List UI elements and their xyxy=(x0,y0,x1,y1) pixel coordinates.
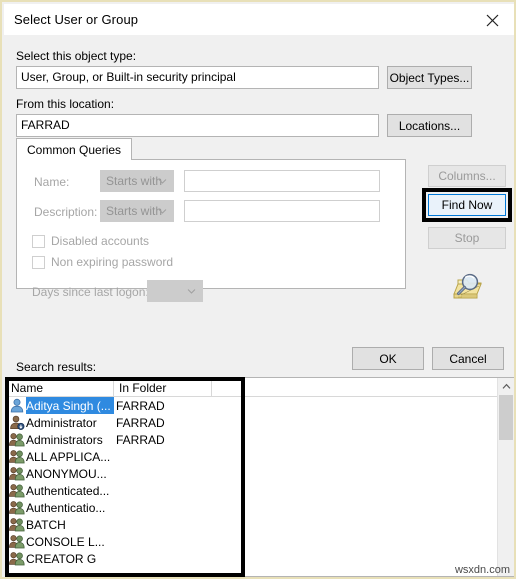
group-icon xyxy=(9,534,25,549)
cell-name: CREATOR G xyxy=(26,551,97,566)
select-user-or-group-dialog: Select User or Group Select this object … xyxy=(0,0,516,579)
chevron-down-icon xyxy=(187,287,196,296)
search-results-label: Search results: xyxy=(16,360,97,374)
group-icon xyxy=(9,517,25,532)
table-row[interactable]: BATCH xyxy=(6,516,514,533)
name-operator-combo[interactable]: Starts with xyxy=(100,170,174,192)
tab-seam xyxy=(17,159,107,160)
search-results-listview[interactable]: Name In Folder Aditya Singh (... FARRAD Ad… xyxy=(5,377,514,577)
table-row[interactable]: Administrators FARRAD xyxy=(6,431,514,448)
stop-button[interactable]: Stop xyxy=(428,227,506,249)
scrollbar-thumb[interactable] xyxy=(499,395,513,440)
non-expiring-password-label: Non expiring password xyxy=(51,255,174,269)
user-icon xyxy=(9,398,25,413)
cell-in-folder: FARRAD xyxy=(116,398,165,413)
table-row[interactable]: ANONYMOU... xyxy=(6,465,514,482)
cell-name: Administrator xyxy=(26,415,97,430)
scroll-up-icon[interactable] xyxy=(498,378,514,395)
description-operator-combo[interactable]: Starts with xyxy=(100,200,174,222)
column-header-in-folder[interactable]: In Folder xyxy=(114,378,212,397)
table-row[interactable]: Authenticatio... xyxy=(6,499,514,516)
object-type-label: Select this object type: xyxy=(16,49,137,63)
magnifier-folder-icon xyxy=(448,272,492,306)
cell-name: Authenticated... xyxy=(26,483,110,498)
disabled-accounts-label: Disabled accounts xyxy=(51,234,150,248)
user-badge-icon xyxy=(9,415,25,430)
group-icon xyxy=(9,500,25,515)
object-types-button[interactable]: Object Types... xyxy=(387,66,472,89)
group-icon xyxy=(9,551,25,566)
column-header-name[interactable]: Name xyxy=(6,378,114,397)
cell-name: Aditya Singh (... xyxy=(26,397,114,414)
cell-name: ANONYMOU... xyxy=(26,466,107,481)
chevron-down-icon xyxy=(158,207,167,216)
table-row[interactable]: CREATOR G xyxy=(6,550,514,567)
title-bar: Select User or Group xyxy=(4,4,514,35)
cell-name: BATCH xyxy=(26,517,66,532)
table-row[interactable]: Aditya Singh (... FARRAD xyxy=(6,397,514,414)
location-input[interactable]: FARRAD xyxy=(16,114,379,137)
table-row[interactable]: Administrator FARRAD xyxy=(6,414,514,431)
description-value-input[interactable] xyxy=(184,200,380,222)
non-expiring-password-checkbox[interactable] xyxy=(32,256,45,269)
group-icon xyxy=(9,449,25,464)
group-icon xyxy=(9,483,25,498)
name-value-input[interactable] xyxy=(184,170,380,192)
location-label: From this location: xyxy=(16,97,115,111)
days-since-last-logon-label: Days since last logon: xyxy=(32,285,149,299)
group-icon xyxy=(9,432,25,447)
cell-in-folder: FARRAD xyxy=(116,432,165,447)
tab-common-queries[interactable]: Common Queries xyxy=(16,138,133,160)
chevron-down-icon xyxy=(158,177,167,186)
cell-name: Administrators xyxy=(26,432,103,447)
description-label: Description: xyxy=(34,205,98,219)
window-title: Select User or Group xyxy=(14,12,139,27)
description-operator-value: Starts with xyxy=(106,204,163,218)
table-row[interactable]: ALL APPLICA... xyxy=(6,448,514,465)
close-icon[interactable] xyxy=(474,6,510,34)
table-row[interactable]: CONSOLE L... xyxy=(6,533,514,550)
cell-name: CONSOLE L... xyxy=(26,534,105,549)
locations-button[interactable]: Locations... xyxy=(387,114,472,137)
cancel-button[interactable]: Cancel xyxy=(432,347,504,370)
group-icon xyxy=(9,466,25,481)
days-since-last-logon-combo[interactable] xyxy=(147,280,203,302)
find-now-button[interactable]: Find Now xyxy=(428,194,506,216)
cell-name: Authenticatio... xyxy=(26,500,106,515)
columns-button[interactable]: Columns... xyxy=(428,165,506,187)
disabled-accounts-checkbox[interactable] xyxy=(32,235,45,248)
ok-button[interactable]: OK xyxy=(352,347,424,370)
dialog-body: Select this object type: User, Group, or… xyxy=(4,35,514,577)
cell-name: ALL APPLICA... xyxy=(26,449,111,464)
cell-in-folder: FARRAD xyxy=(116,415,165,430)
tab-common-queries-label: Common Queries xyxy=(27,142,122,157)
results-scrollbar[interactable] xyxy=(497,378,514,576)
tab-strip: Common Queries xyxy=(16,138,406,160)
name-operator-value: Starts with xyxy=(106,174,163,188)
table-row[interactable]: Authenticated... xyxy=(6,482,514,499)
watermark: wsxdn.com xyxy=(454,564,510,576)
listview-header: Name In Folder xyxy=(6,378,514,397)
name-label: Name: xyxy=(34,175,70,189)
object-type-input[interactable]: User, Group, or Built-in security princi… xyxy=(16,66,379,89)
